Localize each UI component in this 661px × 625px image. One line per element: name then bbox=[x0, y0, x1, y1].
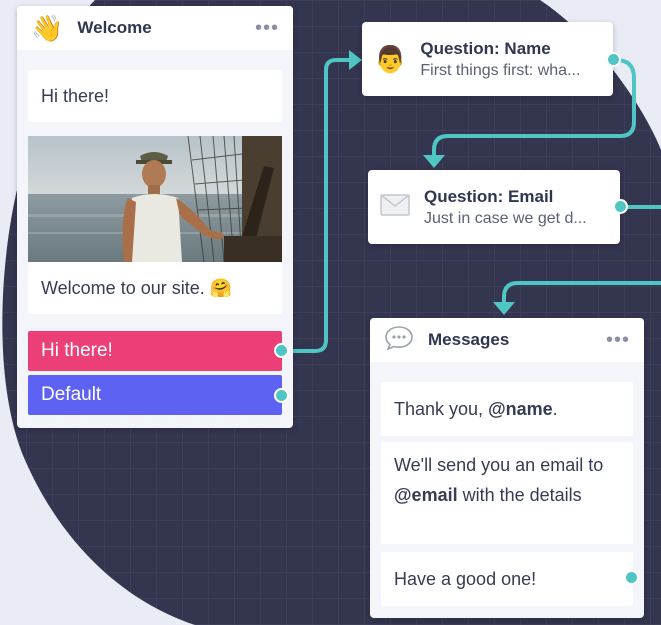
question-email-node[interactable]: Question: Email Just in case we get d... bbox=[368, 170, 620, 244]
envelope-icon bbox=[380, 193, 410, 221]
message-thank-you-post: . bbox=[552, 399, 558, 419]
message-good-one[interactable]: Have a good one! bbox=[381, 552, 633, 606]
question-email-subtitle: Just in case we get d... bbox=[424, 209, 587, 227]
message-send-email[interactable]: We'll send you an email to @email with t… bbox=[381, 442, 633, 544]
welcome-card-header[interactable]: 👋 Welcome ••• bbox=[17, 6, 293, 50]
message-thank-you-pre: Thank you, bbox=[394, 399, 489, 419]
question-name-node[interactable]: 👨 Question: Name First things first: wha… bbox=[362, 22, 613, 96]
email-variable: @email bbox=[394, 485, 458, 505]
person-icon: 👨 bbox=[374, 44, 407, 74]
welcome-message-greeting[interactable]: Hi there! bbox=[28, 70, 282, 122]
reply-button-hi-there-label: Hi there! bbox=[41, 340, 113, 361]
question-name-subtitle: First things first: wha... bbox=[420, 61, 581, 79]
welcome-message-greeting-text: Hi there! bbox=[41, 86, 110, 106]
message-thank-you[interactable]: Thank you, @name. bbox=[381, 382, 633, 436]
message-good-one-text: Have a good one! bbox=[394, 569, 537, 589]
message-thank-you-text: Thank you, @name. bbox=[394, 394, 558, 424]
welcome-photo bbox=[28, 136, 282, 262]
reply-button-default-label: Default bbox=[41, 384, 102, 405]
welcome-message-site-text: Welcome to our site. 🤗 bbox=[41, 278, 233, 298]
hi-there-output-port[interactable] bbox=[274, 343, 289, 358]
name-variable: @name bbox=[488, 399, 553, 419]
question-name-output-port[interactable] bbox=[606, 52, 621, 67]
question-name-title: Question: Name bbox=[420, 38, 551, 58]
messages-output-port[interactable] bbox=[624, 570, 639, 585]
message-send-email-pre: We'll send you an email to bbox=[394, 455, 604, 475]
messages-title: Messages bbox=[428, 330, 510, 349]
message-send-email-post: with the details bbox=[457, 485, 582, 505]
question-email-output-port[interactable] bbox=[613, 199, 628, 214]
message-send-email-text: We'll send you an email to @email with t… bbox=[394, 455, 603, 505]
waving-hand-icon: 👋 bbox=[31, 13, 64, 43]
welcome-message-site[interactable]: Welcome to our site. 🤗 bbox=[28, 262, 282, 314]
reply-button-hi-there[interactable]: Hi there! bbox=[28, 331, 282, 371]
messages-card[interactable]: Messages ••• Thank you, @name. We'll sen… bbox=[370, 318, 644, 618]
default-output-port[interactable] bbox=[274, 388, 289, 403]
messages-menu-icon[interactable]: ••• bbox=[606, 330, 630, 350]
speech-bubble-icon bbox=[384, 325, 414, 356]
welcome-title: Welcome bbox=[77, 18, 152, 37]
flow-canvas[interactable]: 👋 Welcome ••• Hi there! Welcome to our s… bbox=[0, 0, 661, 625]
messages-card-header[interactable]: Messages ••• bbox=[370, 318, 644, 362]
question-email-title: Question: Email bbox=[424, 186, 554, 206]
welcome-menu-icon[interactable]: ••• bbox=[255, 18, 279, 38]
reply-button-default[interactable]: Default bbox=[28, 375, 282, 415]
welcome-card[interactable]: 👋 Welcome ••• Hi there! Welcome to our s… bbox=[17, 6, 293, 428]
